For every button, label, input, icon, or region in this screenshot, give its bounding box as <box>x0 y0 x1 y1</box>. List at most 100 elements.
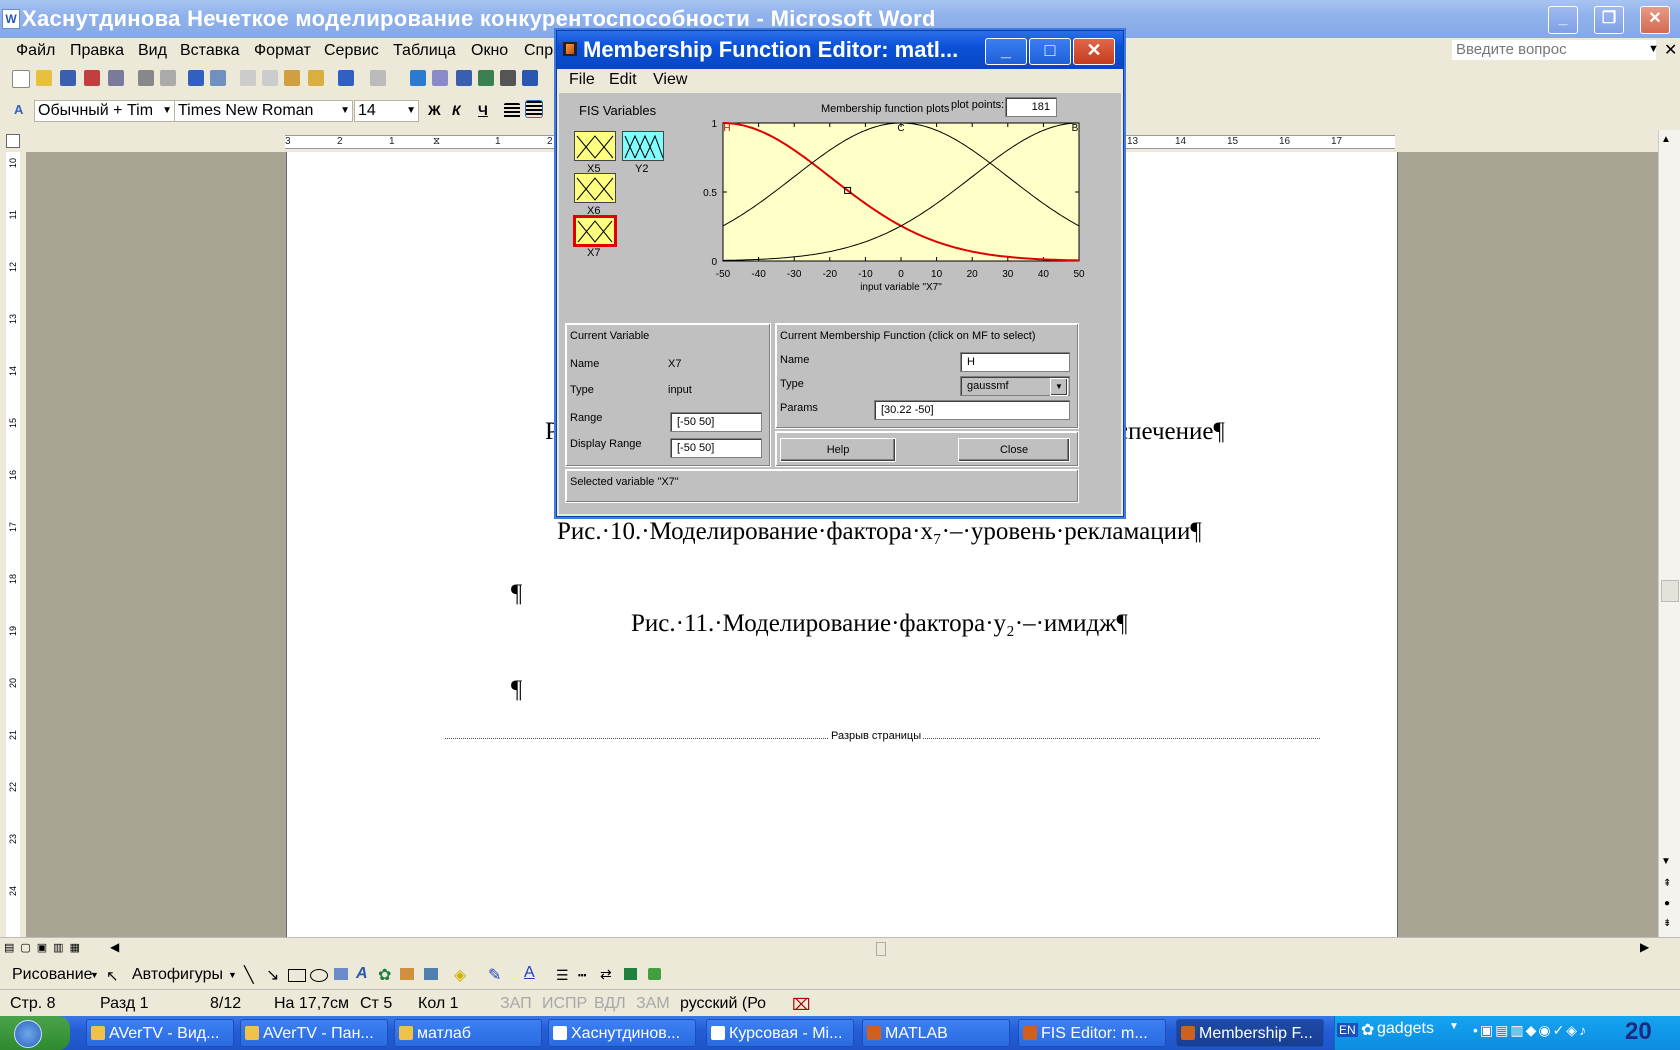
scroll-up-icon[interactable]: ▲ <box>1661 134 1671 145</box>
print-preview-icon[interactable] <box>160 70 176 86</box>
view-buttons[interactable]: ▤▢▣▥▦ <box>4 941 100 955</box>
3d-icon[interactable] <box>648 968 661 980</box>
underline-button[interactable]: Ч <box>478 102 488 118</box>
print-icon[interactable] <box>138 70 154 86</box>
size-combo[interactable]: 14 ▼ <box>354 100 419 122</box>
oval-icon[interactable] <box>310 969 328 982</box>
spelling-status-icon[interactable]: ⌧ <box>792 995 810 1015</box>
cut-icon[interactable] <box>240 70 256 86</box>
task-word-kursovaya[interactable]: Курсовая - Mi... <box>706 1019 854 1047</box>
mf-menu-view[interactable]: View <box>653 71 687 89</box>
mf-name-input[interactable]: H <box>960 352 1070 372</box>
redo-icon[interactable] <box>370 70 386 86</box>
close-button[interactable]: ✕ <box>1640 6 1670 34</box>
scroll-down-icon[interactable]: ▼ <box>1661 856 1671 867</box>
insert-table-icon[interactable] <box>456 70 472 86</box>
task-matlab-folder[interactable]: матлаб <box>394 1019 542 1047</box>
task-fis-editor[interactable]: FIS Editor: m... <box>1018 1019 1166 1047</box>
paste-icon[interactable] <box>284 70 300 86</box>
task-word-khasnutdinova[interactable]: Хаснутдинов... <box>548 1019 696 1047</box>
hscroll-thumb[interactable] <box>876 942 886 956</box>
font-combo[interactable]: Times New Roman ▼ <box>174 100 353 122</box>
menu-tools[interactable]: Сервис <box>324 42 379 60</box>
task-membership-editor[interactable]: Membership F... <box>1176 1019 1324 1047</box>
columns-icon[interactable] <box>500 70 516 86</box>
browse-object-icon[interactable]: ● <box>1664 898 1670 909</box>
email-icon[interactable] <box>108 70 124 86</box>
var-x7[interactable] <box>573 215 617 247</box>
ask-dropdown-icon[interactable]: ▼ <box>1648 43 1659 55</box>
tray-icons[interactable]: •▣▤▥◆◉✓◈♪ <box>1473 1022 1588 1039</box>
autoshapes-menu[interactable]: Автофигуры <box>132 966 223 984</box>
font-color-icon[interactable]: A <box>524 964 535 982</box>
italic-button[interactable]: К <box>452 102 461 118</box>
help-button[interactable]: Help <box>780 438 896 462</box>
ask-question-input[interactable]: Введите вопрос <box>1452 40 1656 60</box>
open-icon[interactable] <box>36 70 52 86</box>
display-range-input[interactable]: [-50 50] <box>670 438 762 458</box>
word-app-icon[interactable]: W <box>2 9 20 29</box>
close-doc-icon[interactable]: ✕ <box>1664 40 1677 60</box>
var-x5[interactable] <box>574 131 616 161</box>
insert-excel-icon[interactable] <box>478 70 494 86</box>
start-button[interactable] <box>0 1016 70 1050</box>
menu-edit[interactable]: Правка <box>70 42 124 60</box>
status-ext[interactable]: ВДЛ <box>594 995 626 1013</box>
plot-points-input[interactable]: 181 <box>1005 97 1057 117</box>
scroll-left-icon[interactable]: ◀ <box>110 940 119 954</box>
scroll-thumb[interactable] <box>1661 580 1679 602</box>
arrow-style-icon[interactable]: ⇄ <box>600 966 612 983</box>
gadgets-icon[interactable]: ✿ <box>1361 1020 1374 1040</box>
drawing-icon[interactable] <box>522 70 538 86</box>
bold-button[interactable]: Ж <box>428 102 441 118</box>
hyperlink-icon[interactable] <box>410 70 426 86</box>
line-style-icon[interactable]: ☰ <box>556 967 569 984</box>
tables-borders-icon[interactable] <box>432 70 448 86</box>
new-icon[interactable] <box>12 70 30 88</box>
fill-color-icon[interactable]: ◈ <box>454 965 466 985</box>
permission-icon[interactable] <box>84 70 100 86</box>
mf-plot[interactable]: -50 -40 -30 -20 -10 0 10 20 30 40 50 0 0.5 1 H C Binput … <box>679 117 1119 313</box>
clipart-icon[interactable] <box>400 968 414 980</box>
align-center-icon[interactable] <box>525 100 543 118</box>
drawing-menu[interactable]: Рисование <box>12 966 93 984</box>
prev-page-icon[interactable]: ⇞ <box>1663 878 1671 889</box>
diagram-icon[interactable]: ✿ <box>378 965 391 985</box>
menu-format[interactable]: Формат <box>254 42 311 60</box>
status-trk[interactable]: ИСПР <box>542 995 587 1013</box>
gadgets-label[interactable]: gadgets <box>1377 1020 1434 1038</box>
status-ovr[interactable]: ЗАМ <box>636 995 670 1013</box>
shadow-icon[interactable] <box>624 968 637 980</box>
minimize-button[interactable]: _ <box>1548 6 1578 34</box>
scroll-right-icon[interactable]: ▶ <box>1640 940 1649 954</box>
dash-style-icon[interactable]: ┅ <box>578 967 586 984</box>
task-avertv-panel[interactable]: AVerTV - Пан... <box>240 1019 388 1047</box>
format-painter-icon[interactable] <box>308 70 324 86</box>
research-icon[interactable] <box>210 70 226 86</box>
copy-icon[interactable] <box>262 70 278 86</box>
mf-maximize-button[interactable]: □ <box>1029 38 1071 65</box>
spelling-icon[interactable] <box>188 70 204 86</box>
mf-type-select[interactable]: gaussmf ▼ <box>960 376 1070 396</box>
status-rec[interactable]: ЗАП <box>500 995 532 1013</box>
save-icon[interactable] <box>60 70 76 86</box>
restore-button[interactable]: ❐ <box>1594 6 1624 34</box>
styles-icon[interactable]: A <box>14 102 30 118</box>
vertical-scrollbar[interactable]: ▲ ▼ ⇞ ● ⇟ <box>1658 130 1680 937</box>
align-left-icon[interactable] <box>504 103 520 119</box>
mf-params-input[interactable]: [30.22 -50] <box>874 400 1070 420</box>
menu-file[interactable]: Файл <box>16 42 55 60</box>
mf-close-button[interactable]: ✕ <box>1073 38 1115 65</box>
mf-menu-edit[interactable]: Edit <box>609 71 637 89</box>
task-avertv-video[interactable]: AVerTV - Вид... <box>86 1019 234 1047</box>
select-objects-icon[interactable]: ↖ <box>106 967 119 985</box>
style-combo[interactable]: Обычный + Tim ▼ <box>34 100 175 122</box>
mf-editor-title-bar[interactable]: Membership Function Editor: matl... _ □ … <box>557 31 1123 69</box>
mf-minimize-button[interactable]: _ <box>985 38 1027 65</box>
line-icon[interactable]: ╲ <box>244 965 254 985</box>
tab-selector[interactable] <box>6 134 20 148</box>
menu-view[interactable]: Вид <box>138 42 167 60</box>
var-x6[interactable] <box>574 173 616 203</box>
undo-icon[interactable] <box>338 70 354 86</box>
clock[interactable]: 20 <box>1625 1018 1652 1046</box>
